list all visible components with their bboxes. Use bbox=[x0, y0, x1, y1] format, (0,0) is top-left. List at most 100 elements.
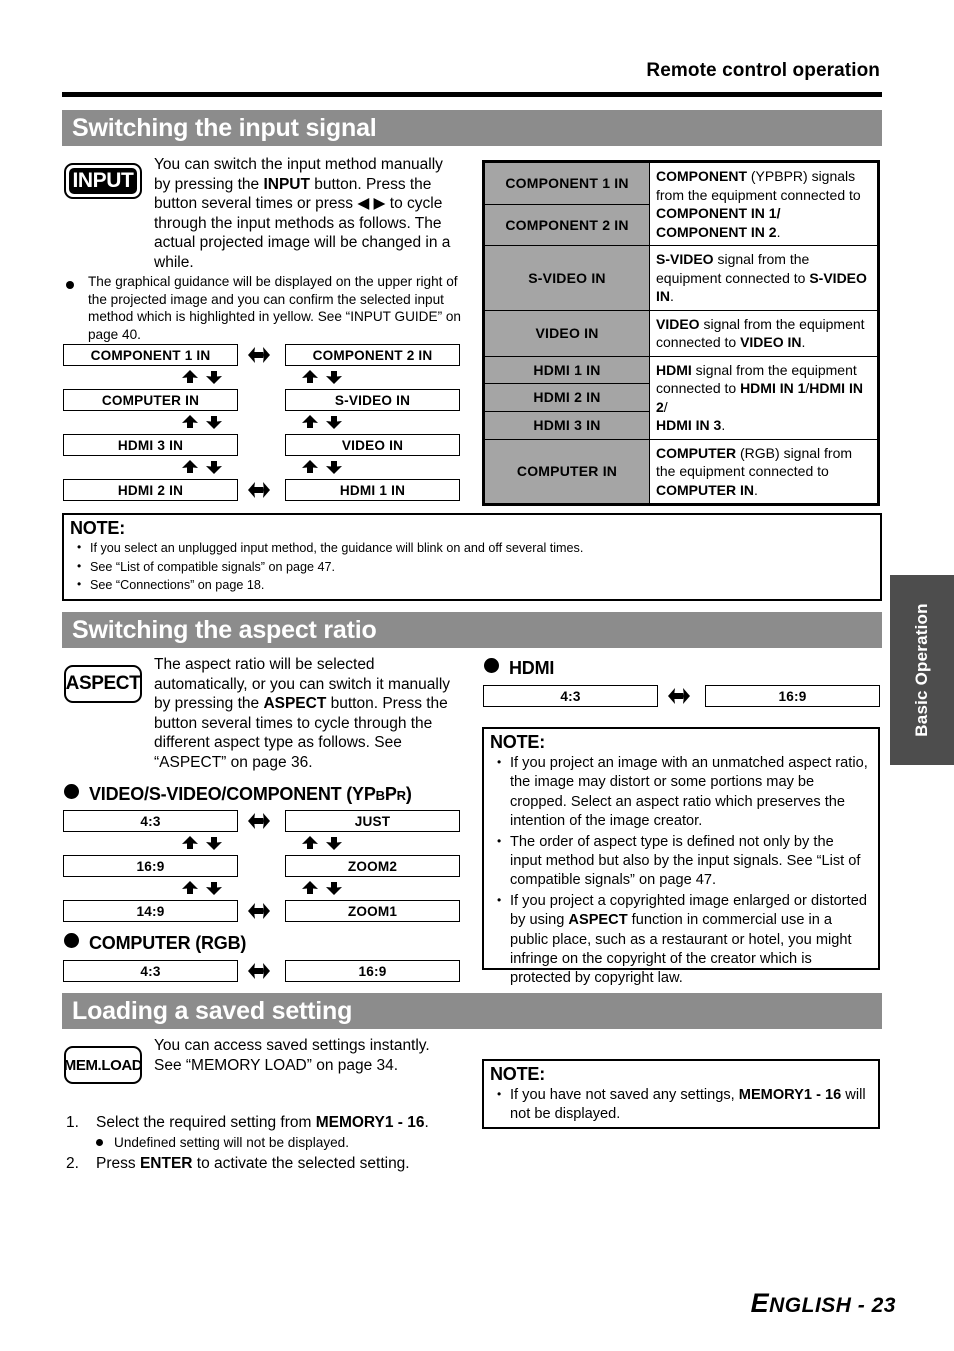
table-row: VIDEO IN VIDEO signal from the equipment… bbox=[484, 309, 878, 357]
up-down-arrow-pair-icon bbox=[182, 881, 222, 895]
table-row: HDMI 1 IN HDMI signal from the equipment… bbox=[484, 355, 878, 440]
signal-label-video: VIDEO IN bbox=[484, 309, 650, 357]
table-row: COMPUTER IN COMPUTER (RGB) signal from t… bbox=[484, 438, 878, 504]
subhead-sub-r: R bbox=[396, 788, 406, 803]
page-footer: ENGLISH - 23 bbox=[60, 1288, 896, 1319]
aspect-hdmi-right: 16:9 bbox=[705, 685, 880, 707]
bullet-dot-icon bbox=[66, 281, 74, 289]
memory-step-2: 2. Press ENTER to activate the selected … bbox=[66, 1153, 466, 1174]
flow-box-left-0: COMPONENT 1 IN bbox=[63, 344, 238, 366]
table-row: S-VIDEO IN S-VIDEO signal from the equip… bbox=[484, 245, 878, 311]
step-number: 2. bbox=[66, 1155, 79, 1172]
running-head: Remote control operation bbox=[646, 60, 880, 81]
flow-box-right-1: S-VIDEO IN bbox=[285, 389, 460, 411]
bullet-circle-icon bbox=[484, 658, 499, 673]
side-tab-label: Basic Operation bbox=[912, 603, 931, 737]
note-list: If you select an unplugged input method,… bbox=[64, 539, 880, 600]
footer-lang-cap: E bbox=[750, 1288, 770, 1318]
flow-box-left-3: HDMI 2 IN bbox=[63, 479, 238, 501]
input-signal-table: COMPONENT 1 IN COMPONENT (YPBPR) signals… bbox=[482, 160, 880, 506]
note-title: NOTE: bbox=[490, 732, 545, 752]
up-down-arrow-pair-icon bbox=[302, 370, 342, 384]
subhead-video-end: ) bbox=[405, 784, 412, 804]
header-rule bbox=[62, 92, 882, 97]
signal-desc-video: VIDEO signal from the equipment connecte… bbox=[649, 309, 878, 357]
note-item: If you project a copyrighted image enlar… bbox=[497, 891, 868, 989]
footer-lang-rest: NGLISH bbox=[769, 1294, 852, 1317]
memory-step-1: 1. Select the required setting from MEMO… bbox=[66, 1112, 466, 1133]
signal-label-component-1: COMPONENT 1 IN bbox=[484, 162, 650, 205]
step-text: Press ENTER to activate the selected set… bbox=[96, 1155, 410, 1172]
flow-box-left-1: COMPUTER IN bbox=[63, 389, 238, 411]
note-item: See “Connections” on page 18. bbox=[77, 576, 870, 595]
section-title-aspect-ratio: Switching the aspect ratio bbox=[62, 612, 882, 648]
subhead-sub-b: B bbox=[375, 788, 385, 803]
subhead-video-mid: P bbox=[384, 784, 397, 804]
left-right-arrow-icon: ◀ ▶ bbox=[357, 195, 386, 213]
double-horizontal-arrow-icon bbox=[668, 688, 690, 704]
signal-desc-s-video: S-VIDEO signal from the equipment connec… bbox=[649, 245, 878, 311]
double-horizontal-arrow-icon bbox=[248, 813, 270, 829]
input-intro-paragraph: You can switch the input method manually… bbox=[154, 155, 460, 273]
bullet-circle-icon bbox=[64, 784, 79, 799]
input-key-label: INPUT bbox=[69, 168, 137, 194]
note-item: The order of aspect type is defined not … bbox=[497, 832, 868, 891]
step-sub-text: Undefined setting will not be displayed. bbox=[114, 1135, 350, 1150]
double-horizontal-arrow-icon bbox=[248, 963, 270, 979]
memory-step-1-sub: Undefined setting will not be displayed. bbox=[66, 1133, 466, 1153]
signal-label-hdmi-2: HDMI 2 IN bbox=[484, 383, 650, 412]
flow-box-right-0: COMPONENT 2 IN bbox=[285, 344, 460, 366]
double-horizontal-arrow-icon bbox=[248, 903, 270, 919]
up-down-arrow-pair-icon bbox=[302, 836, 342, 850]
note-title: NOTE: bbox=[490, 1064, 545, 1084]
aspect-computer-right: 16:9 bbox=[285, 960, 460, 982]
section-title-loading-saved-setting: Loading a saved setting bbox=[62, 993, 882, 1029]
subhead-computer-rgb: COMPUTER (RGB) bbox=[64, 933, 246, 954]
note-box-memory: NOTE: If you have not saved any settings… bbox=[482, 1059, 880, 1129]
up-down-arrow-pair-icon bbox=[182, 370, 222, 384]
up-down-arrow-pair-icon bbox=[302, 881, 342, 895]
bullet-dot-icon bbox=[96, 1139, 103, 1146]
signal-desc-component: COMPONENT (YPBPR) signals from the equip… bbox=[649, 162, 878, 246]
subhead-video-component: VIDEO/S-VIDEO/COMPONENT (YPBPR) bbox=[64, 784, 412, 805]
note-item: If you select an unplugged input method,… bbox=[77, 539, 870, 558]
flow-box-right-2: VIDEO IN bbox=[285, 434, 460, 456]
note-box-input: NOTE: If you select an unplugged input m… bbox=[62, 513, 882, 601]
subhead-video-text: VIDEO/S-VIDEO/COMPONENT (YP bbox=[89, 784, 376, 804]
flow-box-left-2: HDMI 3 IN bbox=[63, 434, 238, 456]
signal-label-computer: COMPUTER IN bbox=[484, 438, 650, 504]
note-list: If you have not saved any settings, MEMO… bbox=[484, 1085, 878, 1130]
aspect-computer-left: 4:3 bbox=[63, 960, 238, 982]
signal-label-component-2: COMPONENT 2 IN bbox=[484, 203, 650, 246]
signal-desc-hdmi: HDMI signal from the equipment connected… bbox=[649, 355, 878, 440]
input-key-button: INPUT bbox=[64, 163, 142, 199]
aspect-video-left-1: 16:9 bbox=[63, 855, 238, 877]
aspect-intro-paragraph: The aspect ratio will be selected automa… bbox=[154, 655, 460, 773]
flow-box-right-3: HDMI 1 IN bbox=[285, 479, 460, 501]
step-text: Select the required setting from MEMORY1… bbox=[96, 1114, 429, 1131]
aspect-video-right-1: ZOOM2 bbox=[285, 855, 460, 877]
mem-load-key-button: MEM.LOAD bbox=[63, 1046, 143, 1084]
up-down-arrow-pair-icon bbox=[302, 460, 342, 474]
aspect-key-label: ASPECT bbox=[65, 673, 141, 694]
aspect-video-right-2: ZOOM1 bbox=[285, 900, 460, 922]
input-guidance-bullet: The graphical guidance will be displayed… bbox=[88, 274, 461, 342]
up-down-arrow-pair-icon bbox=[182, 460, 222, 474]
note-item: See “List of compatible signals” on page… bbox=[77, 558, 870, 577]
mem-load-key-label: MEM.LOAD bbox=[63, 1056, 143, 1074]
aspect-video-left-0: 4:3 bbox=[63, 810, 238, 832]
note-box-aspect: NOTE: If you project an image with an un… bbox=[482, 727, 880, 986]
up-down-arrow-pair-icon bbox=[182, 836, 222, 850]
signal-label-hdmi-3: HDMI 3 IN bbox=[484, 410, 650, 440]
up-down-arrow-pair-icon bbox=[182, 415, 222, 429]
subhead-hdmi: HDMI bbox=[484, 658, 554, 679]
side-tab-basic-operation: Basic Operation bbox=[890, 575, 954, 765]
input-intro-bold: INPUT bbox=[263, 175, 310, 193]
note-item: If you project an image with an unmatche… bbox=[497, 753, 868, 832]
section-title-input-signal: Switching the input signal bbox=[62, 110, 882, 146]
note-list: If you project an image with an unmatche… bbox=[484, 753, 878, 994]
up-down-arrow-pair-icon bbox=[302, 415, 342, 429]
subhead-hdmi-text: HDMI bbox=[509, 658, 555, 678]
memory-intro-paragraph: You can access saved settings instantly.… bbox=[154, 1037, 430, 1074]
step-number: 1. bbox=[66, 1114, 79, 1131]
